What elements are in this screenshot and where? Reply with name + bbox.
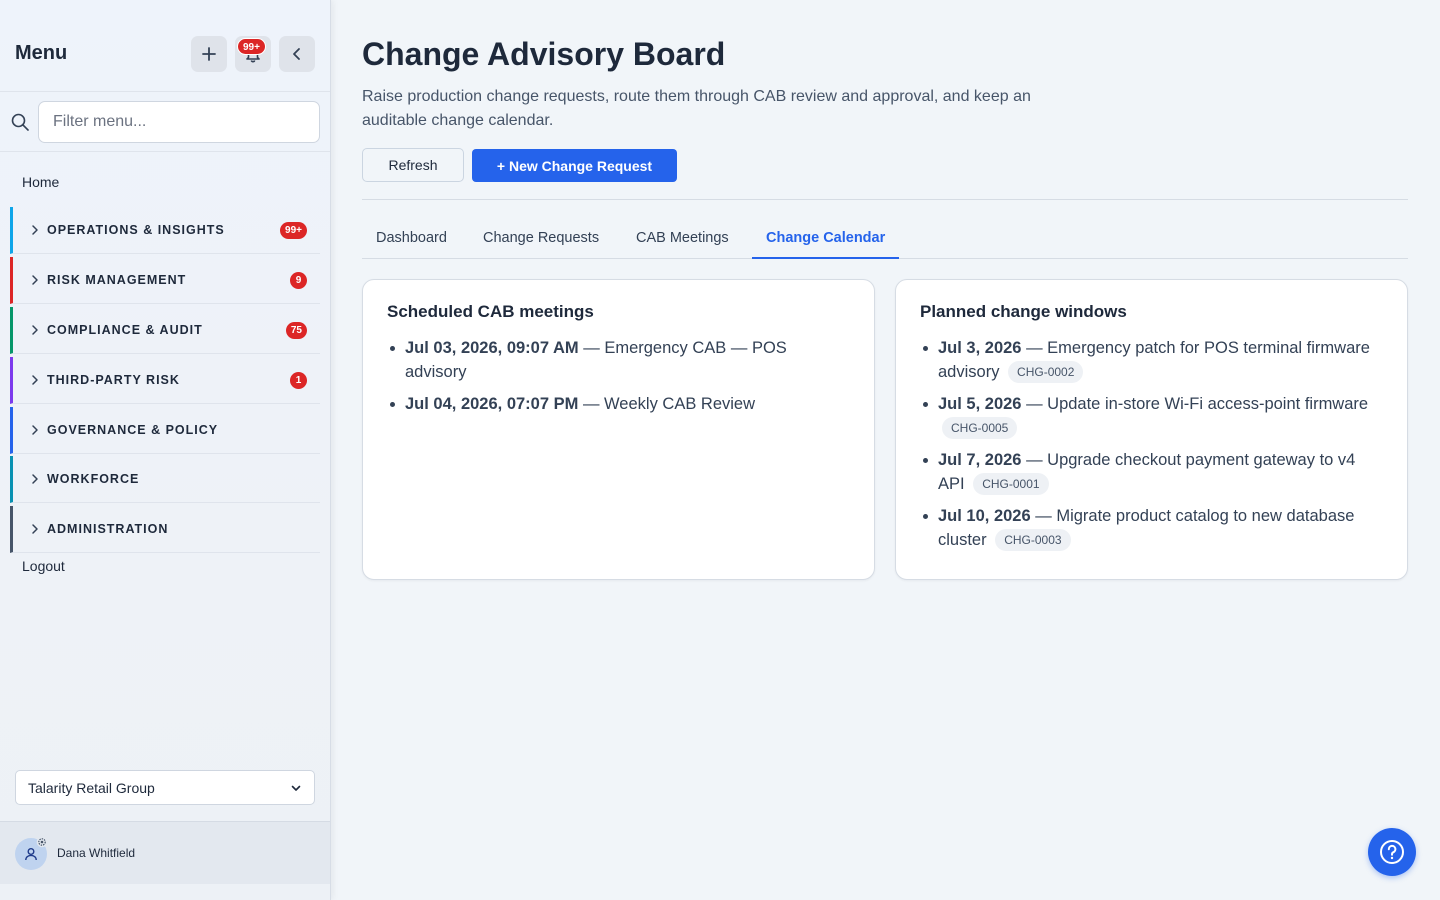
nav-group-count-badge: 1 (290, 371, 307, 389)
window-title: — Update in-store Wi-Fi access-point fir… (1021, 395, 1369, 413)
change-id-tag[interactable]: CHG-0001 (973, 473, 1049, 495)
main-content: Change Advisory Board Raise production c… (362, 0, 1408, 900)
tab-dashboard[interactable]: Dashboard (362, 218, 461, 259)
change-id-tag[interactable]: CHG-0002 (1008, 361, 1084, 383)
nav-group-compliance-audit[interactable]: COMPLIANCE & AUDIT 75 (10, 307, 320, 354)
nav-group-label: RISK MANAGEMENT (47, 273, 187, 287)
windows-list: Jul 3, 2026 — Emergency patch for POS te… (920, 336, 1383, 552)
window-date: Jul 5, 2026 (938, 395, 1022, 413)
chevron-down-icon (291, 785, 301, 791)
list-item: Jul 04, 2026, 07:07 PM — Weekly CAB Revi… (387, 392, 850, 416)
window-date: Jul 7, 2026 (938, 451, 1022, 469)
user-icon (25, 848, 37, 861)
meeting-date: Jul 03, 2026, 09:07 AM (405, 339, 579, 357)
scheduled-meetings-title: Scheduled CAB meetings (387, 302, 594, 321)
nav-group-workforce[interactable]: WORKFORCE (10, 456, 320, 503)
user-name: Dana Whitfield (57, 846, 136, 860)
list-item: Jul 5, 2026 — Update in-store Wi-Fi acce… (920, 392, 1383, 440)
sidebar-title: Menu (15, 42, 68, 64)
list-item: Jul 10, 2026 — Migrate product catalog t… (920, 504, 1383, 552)
new-change-request-button[interactable]: + New Change Request (472, 149, 677, 182)
help-button[interactable] (1368, 828, 1416, 876)
gear-icon[interactable] (36, 836, 48, 848)
meetings-list: Jul 03, 2026, 09:07 AM — Emergency CAB —… (387, 336, 850, 416)
sidebar-header: Menu 99+ (0, 0, 330, 92)
planned-windows-card: Planned change windows Jul 3, 2026 — Eme… (895, 279, 1408, 580)
meeting-date: Jul 04, 2026, 07:07 PM (405, 395, 579, 413)
tab-change-calendar[interactable]: Change Calendar (752, 218, 900, 259)
list-item: Jul 3, 2026 — Emergency patch for POS te… (920, 336, 1383, 384)
nav-group-label: THIRD-PARTY RISK (47, 373, 180, 387)
organization-select-value: Talarity Retail Group (28, 779, 155, 796)
user-profile[interactable]: Dana Whitfield (0, 821, 330, 884)
notification-count-badge: 99+ (237, 38, 266, 55)
sidebar: Menu 99+ Home OPERATIONS & INSIGHTS 99+ RI… (0, 0, 331, 900)
window-date: Jul 10, 2026 (938, 507, 1031, 525)
meeting-title: — Weekly CAB Review (578, 395, 756, 413)
collapse-sidebar-button[interactable] (279, 36, 315, 72)
tab-change-requests[interactable]: Change Requests (469, 218, 613, 259)
chevron-left-icon (293, 48, 300, 60)
refresh-button[interactable]: Refresh (362, 148, 464, 182)
search-icon (11, 113, 29, 131)
chevron-right-icon (32, 425, 38, 435)
filter-menu-input[interactable] (38, 101, 320, 143)
nav-group-governance-policy[interactable]: GOVERNANCE & POLICY (10, 407, 320, 454)
header-divider (362, 199, 1408, 200)
nav-group-administration[interactable]: ADMINISTRATION (10, 506, 320, 553)
chevron-right-icon (32, 275, 38, 285)
add-button[interactable] (191, 36, 227, 72)
page-title: Change Advisory Board (362, 36, 726, 72)
nav-logout-link[interactable]: Logout (22, 558, 65, 574)
tab-bar: Dashboard Change Requests CAB Meetings C… (362, 218, 1408, 259)
help-icon (1380, 840, 1404, 864)
change-id-tag[interactable]: CHG-0003 (995, 529, 1071, 551)
chevron-right-icon (32, 225, 38, 235)
list-item: Jul 03, 2026, 09:07 AM — Emergency CAB —… (387, 336, 850, 384)
nav-group-third-party-risk[interactable]: THIRD-PARTY RISK 1 (10, 357, 320, 404)
nav-group-label: GOVERNANCE & POLICY (47, 423, 219, 437)
chevron-right-icon (32, 474, 38, 484)
nav-group-count-badge: 9 (290, 271, 307, 289)
nav-group-label: WORKFORCE (47, 472, 140, 486)
window-date: Jul 3, 2026 (938, 339, 1022, 357)
tab-cab-meetings[interactable]: CAB Meetings (622, 218, 743, 259)
sidebar-search (0, 92, 330, 152)
nav-group-count-badge: 99+ (280, 221, 307, 239)
nav-home-link[interactable]: Home (22, 174, 59, 190)
nav-group-label: OPERATIONS & INSIGHTS (47, 223, 225, 237)
chevron-right-icon (32, 375, 38, 385)
change-id-tag[interactable]: CHG-0005 (942, 417, 1018, 439)
plus-icon (202, 47, 216, 61)
nav-group-label: COMPLIANCE & AUDIT (47, 323, 203, 337)
page-description: Raise production change requests, route … (362, 88, 1031, 129)
chevron-right-icon (32, 325, 38, 335)
scheduled-meetings-card: Scheduled CAB meetings Jul 03, 2026, 09:… (362, 279, 875, 580)
nav-group-count-badge: 75 (285, 321, 307, 339)
chevron-right-icon (32, 524, 38, 534)
nav-group-label: ADMINISTRATION (47, 522, 169, 536)
nav-group-operations-insights[interactable]: OPERATIONS & INSIGHTS 99+ (10, 207, 320, 254)
nav-group-risk-management[interactable]: RISK MANAGEMENT 9 (10, 257, 320, 304)
planned-windows-title: Planned change windows (920, 302, 1127, 321)
list-item: Jul 7, 2026 — Upgrade checkout payment g… (920, 448, 1383, 496)
organization-select[interactable]: Talarity Retail Group (15, 770, 315, 805)
